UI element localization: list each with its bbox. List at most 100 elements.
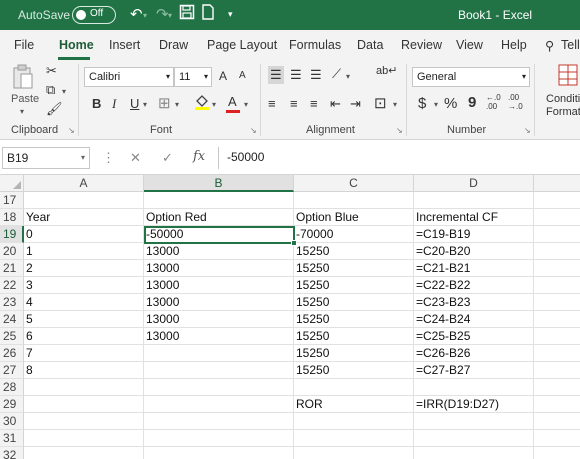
format-painter-icon[interactable]: 🖌 <box>46 101 63 117</box>
conditional-formatting-label-2[interactable]: Formatt <box>546 106 580 118</box>
row-header[interactable]: 28 <box>0 379 24 396</box>
underline-dropdown-icon[interactable]: ▾ <box>143 100 147 109</box>
align-right-icon[interactable]: ≡ <box>310 96 318 111</box>
column-header-d[interactable]: D <box>414 175 534 192</box>
cell-a29[interactable] <box>24 396 144 413</box>
column-header-a[interactable]: A <box>24 175 144 192</box>
percent-icon[interactable]: % <box>444 95 457 112</box>
font-launcher-icon[interactable]: ↘ <box>250 126 257 135</box>
decrease-decimal-icon[interactable]: .00 →.0 <box>508 93 523 111</box>
row-header[interactable]: 21 <box>0 260 24 277</box>
cell-c31[interactable] <box>294 430 414 447</box>
cell-e27[interactable] <box>534 362 580 379</box>
tab-data[interactable]: Data <box>357 38 383 52</box>
paste-dropdown-icon[interactable]: ▾ <box>20 107 24 116</box>
search-icon[interactable]: ⚲ <box>545 38 554 53</box>
select-all-button[interactable] <box>0 175 24 192</box>
column-header-c[interactable]: C <box>294 175 414 192</box>
copy-icon[interactable]: ⧉ <box>46 82 55 98</box>
currency-dropdown-icon[interactable]: ▾ <box>434 100 438 109</box>
cell-e23[interactable] <box>534 294 580 311</box>
paste-label[interactable]: Paste <box>11 93 39 105</box>
alignment-launcher-icon[interactable]: ↘ <box>396 126 403 135</box>
currency-icon[interactable]: $ <box>418 95 426 112</box>
font-color-dropdown-icon[interactable]: ▾ <box>244 100 248 109</box>
cell-e19[interactable] <box>534 226 580 243</box>
merge-center-icon[interactable]: ⊡ <box>374 94 387 112</box>
merge-dropdown-icon[interactable]: ▾ <box>393 100 397 109</box>
cell-d26[interactable]: =C26-B26 <box>414 345 534 362</box>
cell-c32[interactable] <box>294 447 414 459</box>
cell-d24[interactable]: =C24-B24 <box>414 311 534 328</box>
more-options-icon[interactable]: ⋮ <box>102 150 115 166</box>
cell-d31[interactable] <box>414 430 534 447</box>
cell-b20[interactable]: 13000 <box>144 243 294 260</box>
shrink-font-icon[interactable]: A <box>239 70 246 81</box>
cell-d29[interactable]: =IRR(D19:D27) <box>414 396 534 413</box>
decrease-indent-icon[interactable]: ⇤ <box>330 96 341 112</box>
cell-d23[interactable]: =C23-B23 <box>414 294 534 311</box>
insert-function-icon[interactable]: fx <box>193 149 205 164</box>
tab-page-layout[interactable]: Page Layout <box>207 38 277 52</box>
tab-view[interactable]: View <box>456 38 483 52</box>
cell-b18[interactable]: Option Red <box>144 209 294 226</box>
tab-home[interactable]: Home <box>59 38 94 52</box>
cell-e31[interactable] <box>534 430 580 447</box>
row-header[interactable]: 29 <box>0 396 24 413</box>
cell-b30[interactable] <box>144 413 294 430</box>
tab-help[interactable]: Help <box>501 38 527 52</box>
enter-icon[interactable]: ✓ <box>162 150 173 166</box>
cell-b27[interactable] <box>144 362 294 379</box>
row-header[interactable]: 31 <box>0 430 24 447</box>
font-name-box[interactable]: Calibri ▾ <box>84 67 174 87</box>
tab-file[interactable]: File <box>14 38 34 52</box>
underline-button[interactable]: U <box>130 96 139 111</box>
cell-c30[interactable] <box>294 413 414 430</box>
row-header[interactable]: 27 <box>0 362 24 379</box>
cell-b25[interactable]: 13000 <box>144 328 294 345</box>
column-header-e[interactable] <box>534 175 580 192</box>
row-header[interactable]: 23 <box>0 294 24 311</box>
cell-e24[interactable] <box>534 311 580 328</box>
cell-d21[interactable]: =C21-B21 <box>414 260 534 277</box>
cell-a23[interactable]: 4 <box>24 294 144 311</box>
row-header[interactable]: 25 <box>0 328 24 345</box>
cell-a28[interactable] <box>24 379 144 396</box>
grow-font-icon[interactable]: A <box>219 69 227 83</box>
cell-e30[interactable] <box>534 413 580 430</box>
cell-c26[interactable]: 15250 <box>294 345 414 362</box>
cell-d20[interactable]: =C20-B20 <box>414 243 534 260</box>
row-header[interactable]: 30 <box>0 413 24 430</box>
cell-d18[interactable]: Incremental CF <box>414 209 534 226</box>
fill-handle[interactable] <box>291 240 297 246</box>
formula-input[interactable]: -50000 <box>218 147 580 169</box>
cell-c25[interactable]: 15250 <box>294 328 414 345</box>
cancel-icon[interactable]: ✕ <box>130 150 141 166</box>
cell-d25[interactable]: =C25-B25 <box>414 328 534 345</box>
column-header-b[interactable]: B <box>144 175 294 192</box>
cell-b24[interactable]: 13000 <box>144 311 294 328</box>
tab-tell-me[interactable]: Tell <box>561 38 580 52</box>
name-box[interactable]: B19 ▾ <box>2 147 90 169</box>
cell-e25[interactable] <box>534 328 580 345</box>
cell-b21[interactable]: 13000 <box>144 260 294 277</box>
increase-indent-icon[interactable]: ⇥ <box>350 96 361 112</box>
cut-icon[interactable]: ✂ <box>46 63 57 79</box>
row-header[interactable]: 18 <box>0 209 24 226</box>
cell-c19[interactable]: -70000 <box>294 226 414 243</box>
cell-a32[interactable] <box>24 447 144 459</box>
cell-a24[interactable]: 5 <box>24 311 144 328</box>
cell-d32[interactable] <box>414 447 534 459</box>
cell-b22[interactable]: 13000 <box>144 277 294 294</box>
row-header[interactable]: 24 <box>0 311 24 328</box>
tab-review[interactable]: Review <box>401 38 442 52</box>
cell-b28[interactable] <box>144 379 294 396</box>
conditional-formatting-icon[interactable] <box>558 64 578 89</box>
cell-d28[interactable] <box>414 379 534 396</box>
italic-button[interactable]: I <box>112 96 116 112</box>
number-launcher-icon[interactable]: ↘ <box>524 126 531 135</box>
comma-style-icon[interactable]: 9 <box>468 94 476 111</box>
clipboard-launcher-icon[interactable]: ↘ <box>68 126 75 135</box>
cell-e26[interactable] <box>534 345 580 362</box>
cell-e28[interactable] <box>534 379 580 396</box>
